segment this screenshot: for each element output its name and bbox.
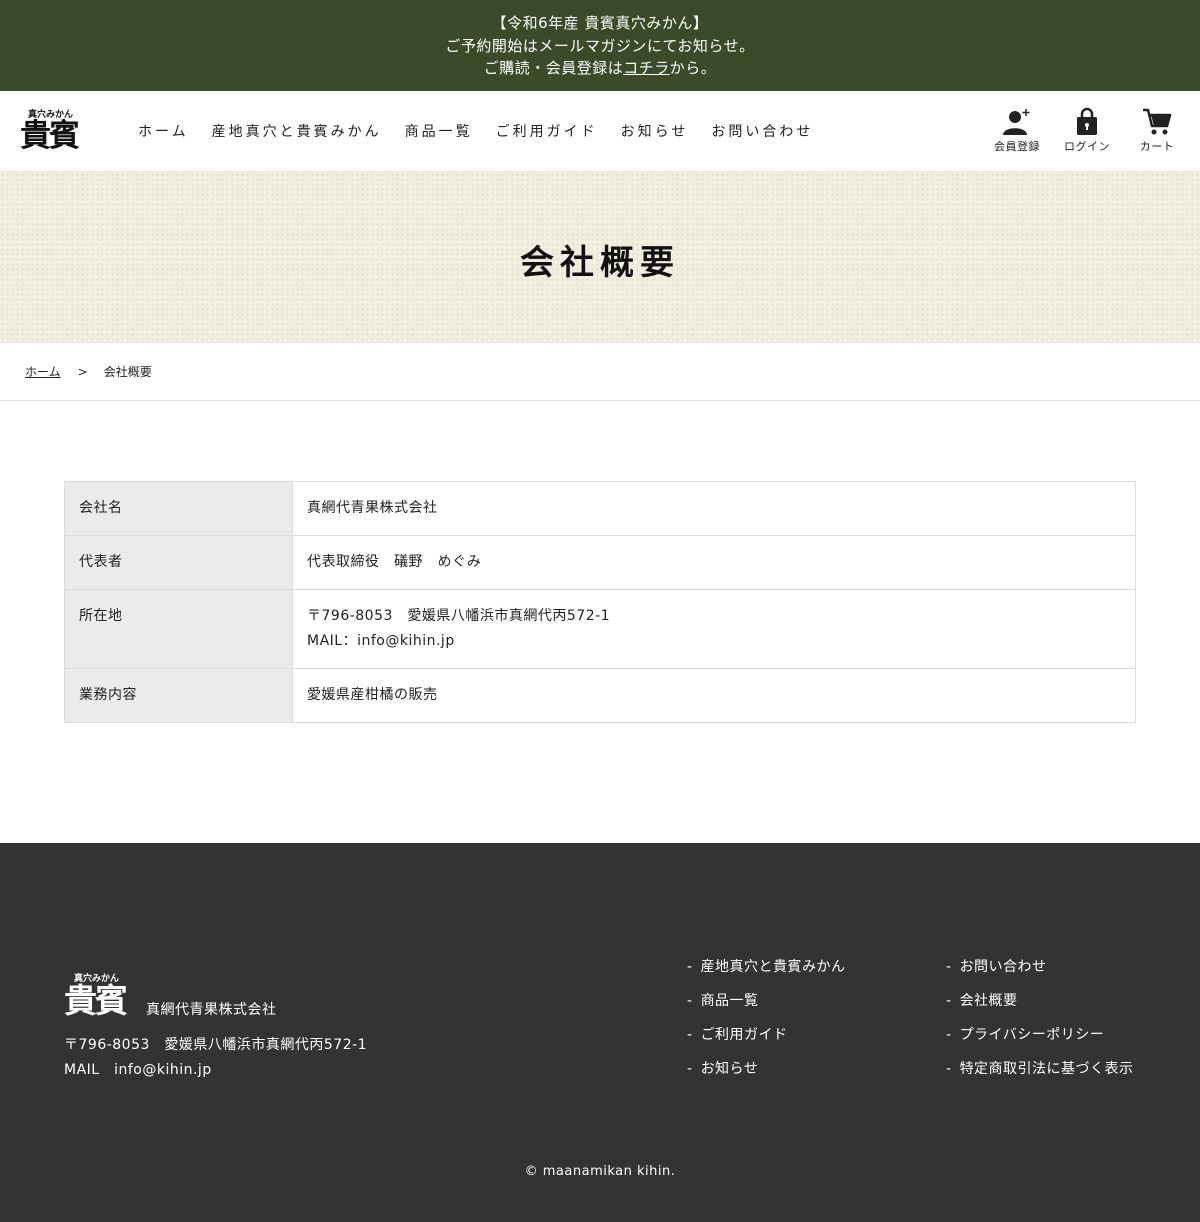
footer-link-label: 産地真穴と貴賓みかん	[700, 959, 846, 975]
announcement-line-3: ご購読・会員登録はコチラから。	[0, 57, 1200, 80]
footer-link-label: プライバシーポリシー	[959, 1027, 1105, 1043]
footer-link[interactable]: - 商品一覧	[687, 991, 846, 1011]
table-row: 所在地 〒796-8053 愛媛県八幡浜市真網代丙572-1 MAIL：info…	[64, 589, 1136, 669]
nav-guide[interactable]: ご利用ガイド	[496, 121, 598, 141]
user-plus-icon	[1003, 109, 1030, 135]
row-label: 会社名	[64, 481, 293, 536]
page-hero: 会社概要	[0, 172, 1200, 342]
site-header: 真穴みかん 貴賓 ホーム 産地真穴と貴賓みかん 商品一覧 ご利用ガイド お知らせ…	[0, 91, 1200, 172]
nav-home[interactable]: ホーム	[138, 121, 189, 141]
row-label: 業務内容	[64, 668, 293, 723]
header-actions: 会員登録 ログイン カート	[992, 107, 1182, 154]
nav-contact[interactable]: お問い合わせ	[711, 121, 813, 141]
footer-link-label: お知らせ	[700, 1061, 759, 1077]
table-row: 会社名 真網代青果株式会社	[64, 481, 1136, 536]
copyright: © maanamikan kihin.	[524, 1164, 676, 1179]
page-title: 会社概要	[520, 242, 680, 283]
cart-button[interactable]: カート	[1132, 107, 1182, 154]
login-label: ログイン	[1064, 140, 1110, 153]
footer-link-label: 特定商取引法に基づく表示	[959, 1061, 1134, 1077]
site-footer: 真穴みかん 貴賓 真網代青果株式会社 〒796-8053 愛媛県八幡浜市真網代丙…	[0, 843, 1200, 1222]
footer-link[interactable]: - 会社概要	[946, 991, 1134, 1011]
footer-company-name: 真網代青果株式会社	[146, 1002, 277, 1018]
site-logo[interactable]: 真穴みかん 貴賓	[20, 107, 86, 155]
announcement-line-1: 【令和6年産 貴賓真穴みかん】	[491, 14, 709, 32]
footer-links-col2: - お問い合わせ - 会社概要 - プライバシーポリシー - 特定商取引法に基づく表示	[946, 957, 1134, 1093]
breadcrumb-home[interactable]: ホーム	[25, 363, 61, 380]
footer-logo-text: 貴賓	[64, 981, 128, 1020]
register-label: 会員登録	[994, 140, 1040, 153]
footer-link-label: 商品一覧	[700, 993, 759, 1009]
announcement-suffix: から。	[669, 59, 717, 77]
breadcrumb-current: 会社概要	[103, 365, 152, 379]
footer-link[interactable]: - ご利用ガイド	[687, 1025, 846, 1045]
announcement-prefix: ご購読・会員登録は	[483, 59, 624, 77]
nav-products[interactable]: 商品一覧	[405, 121, 473, 141]
footer-mail: MAIL info@kihin.jp	[64, 1062, 212, 1078]
footer-link[interactable]: - プライバシーポリシー	[946, 1025, 1134, 1045]
breadcrumb-separator: >	[77, 364, 88, 379]
row-label: 代表者	[64, 535, 293, 590]
footer-link[interactable]: - 産地真穴と貴賓みかん	[687, 957, 846, 977]
row-value-multi: 〒796-8053 愛媛県八幡浜市真網代丙572-1 MAIL：info@kih…	[292, 589, 1136, 669]
main-nav: ホーム 産地真穴と貴賓みかん 商品一覧 ご利用ガイド お知らせ お問い合わせ	[138, 121, 836, 141]
address-text: 〒796-8053 愛媛県八幡浜市真網代丙572-1	[307, 608, 611, 624]
newsletter-signup-link[interactable]: コチラ	[623, 59, 670, 77]
footer-link-label: お問い合わせ	[959, 959, 1047, 975]
main-content: 会社名 真網代青果株式会社 代表者 代表取締役 礒野 めぐみ 所在地 〒796-…	[0, 401, 1200, 843]
row-value: 代表取締役 礒野 めぐみ	[292, 535, 1136, 590]
table-row: 業務内容 愛媛県産柑橘の販売	[64, 668, 1136, 723]
row-value: 愛媛県産柑橘の販売	[292, 668, 1136, 723]
footer-link[interactable]: - お問い合わせ	[946, 957, 1134, 977]
footer-address: 〒796-8053 愛媛県八幡浜市真網代丙572-1	[64, 1037, 368, 1053]
footer-logo[interactable]: 真穴みかん 貴賓	[64, 971, 134, 1023]
mail-text: MAIL：info@kihin.jp	[307, 633, 455, 649]
register-button[interactable]: 会員登録	[992, 107, 1042, 154]
nav-news[interactable]: お知らせ	[621, 121, 689, 141]
lock-bag-icon	[1077, 107, 1097, 135]
footer-address-block: 〒796-8053 愛媛県八幡浜市真網代丙572-1 MAIL info@kih…	[64, 1033, 367, 1083]
nav-origin[interactable]: 産地真穴と貴賓みかん	[212, 121, 382, 141]
row-label: 所在地	[64, 589, 293, 669]
company-info-table: 会社名 真網代青果株式会社 代表者 代表取締役 礒野 めぐみ 所在地 〒796-…	[64, 481, 1136, 723]
row-value: 真網代青果株式会社	[292, 481, 1136, 536]
footer-link[interactable]: - お知らせ	[687, 1059, 846, 1079]
breadcrumb: ホーム > 会社概要	[0, 342, 1200, 401]
footer-link[interactable]: - 特定商取引法に基づく表示	[946, 1059, 1134, 1079]
footer-links-col1: - 産地真穴と貴賓みかん - 商品一覧 - ご利用ガイド - お知らせ	[687, 957, 846, 1093]
footer-link-label: ご利用ガイド	[700, 1027, 788, 1043]
footer-link-label: 会社概要	[959, 993, 1018, 1009]
cart-icon	[1143, 108, 1172, 135]
login-button[interactable]: ログイン	[1062, 107, 1112, 154]
logo-text: 貴賓	[20, 118, 80, 154]
cart-label: カート	[1139, 140, 1175, 153]
announcement-line-2: ご予約開始はメールマガジンにてお知らせ。	[445, 36, 755, 55]
table-row: 代表者 代表取締役 礒野 めぐみ	[64, 535, 1136, 590]
announcement-bar: 【令和6年産 貴賓真穴みかん】 ご予約開始はメールマガジンにてお知らせ。 ご購読…	[0, 0, 1200, 91]
